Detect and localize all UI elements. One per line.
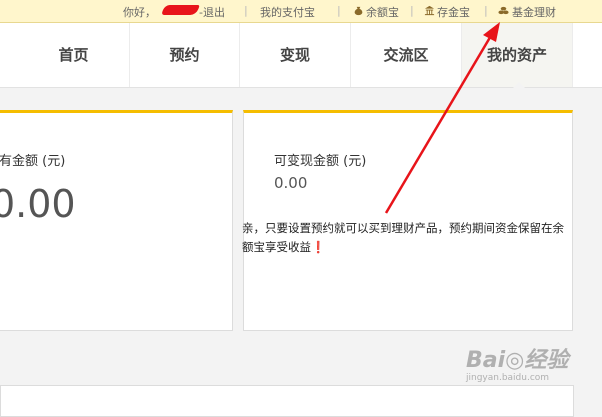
holding-amount-card: 有金额 (元) 0.00 [0,110,233,331]
cunjinbao-link[interactable]: 存金宝 [437,4,470,20]
separator: | [410,4,414,17]
nav-community[interactable]: 交流区 [351,23,462,87]
holding-amount-label: 有金额 (元) [0,154,66,169]
yuebao-link[interactable]: 余额宝 [366,4,399,20]
reservation-tip-text: 亲，只要设置预约就可以买到理财产品，预约期间资金保留在余额宝享受收益❗ [242,221,564,254]
baidu-jingyan-watermark: Bai◎经验 jingyan.baidu.com [466,342,596,394]
watermark-url-text: jingyan.baidu.com [466,373,550,383]
holding-amount-value: 0.00 [0,182,76,226]
nav-my-assets[interactable]: 我的资产 [462,23,573,87]
separator: | [244,4,248,17]
redacted-username [161,5,200,15]
separator: | [337,4,341,17]
separator: | [484,4,488,17]
top-bar: 你好， -退出 | 我的支付宝 | 余额宝 | 存金宝 | 基金理财 [0,0,602,23]
my-alipay-link[interactable]: 我的支付宝 [260,4,315,20]
cashable-amount-label: 可变现金额 (元) [274,154,367,169]
watermark-main-text: Bai◎经验 [466,348,569,373]
coin-bag-icon [354,6,363,16]
coins-stack-icon [498,6,509,15]
cashable-amount-value: 0.00 [274,174,308,192]
nav-home[interactable]: 首页 [18,23,130,87]
logout-link[interactable]: -退出 [199,4,225,20]
main-nav: 首页 预约 变现 交流区 我的资产 [0,23,602,88]
nav-reservation[interactable]: 预约 [130,23,240,87]
fund-link[interactable]: 基金理财 [512,4,556,20]
active-tab-caret [513,82,525,88]
bank-icon [424,5,435,16]
greeting-text: 你好， [123,6,156,19]
nav-cash-out[interactable]: 变现 [240,23,351,87]
